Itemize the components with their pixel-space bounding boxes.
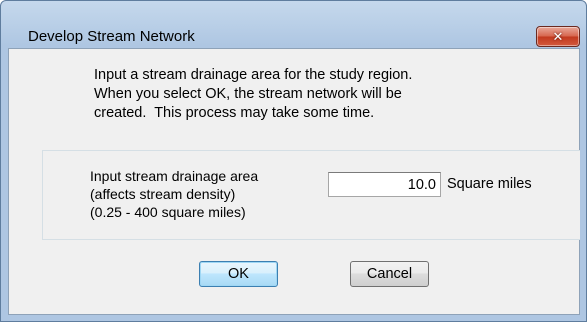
window-title: Develop Stream Network [28,28,195,45]
title-bar[interactable]: Develop Stream Network ✕ [1,1,586,47]
ok-button[interactable]: OK [199,261,278,287]
close-icon[interactable]: ✕ [536,26,580,47]
drainage-area-label: Input stream drainage area (affects stre… [90,168,259,220]
dialog-window: Develop Stream Network ✕ Input a stream … [0,0,587,322]
instructions-text: Input a stream drainage area for the stu… [94,67,413,121]
drainage-area-group: Input stream drainage area (affects stre… [42,150,580,240]
cancel-button[interactable]: Cancel [350,261,429,287]
drainage-area-input[interactable] [328,172,441,197]
units-label: Square miles [447,176,532,192]
dialog-body: Input a stream drainage area for the stu… [8,48,580,315]
